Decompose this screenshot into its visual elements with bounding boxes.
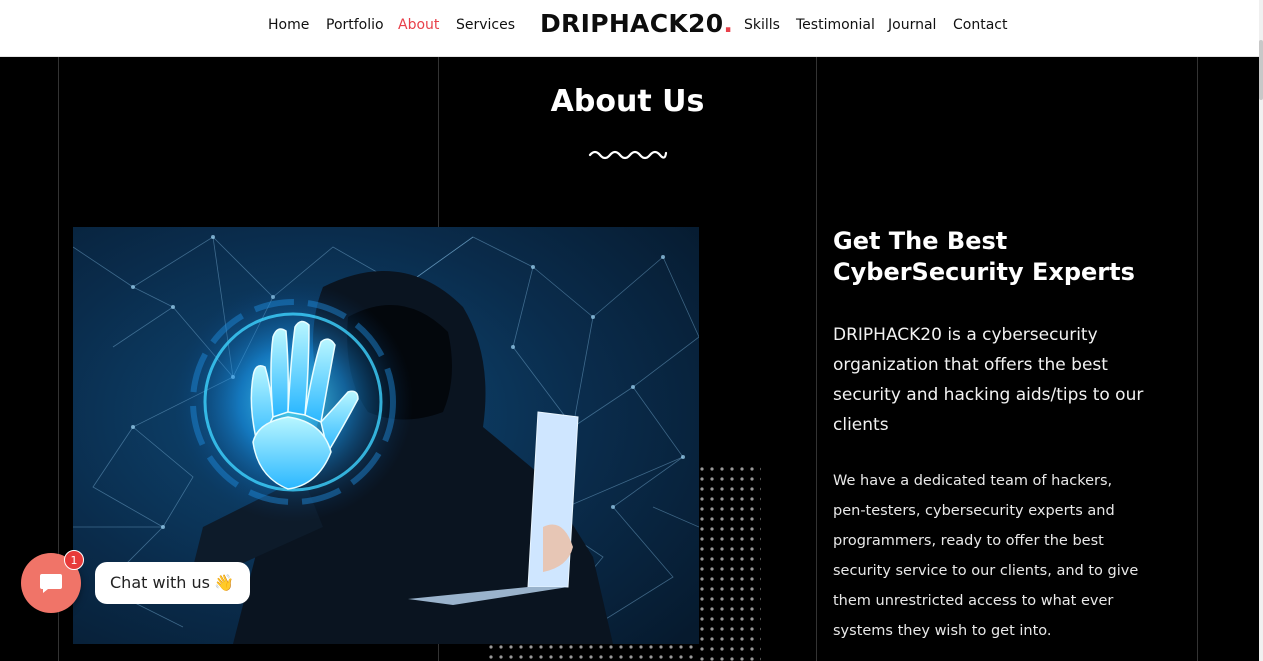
logo-dot: . [723,9,734,38]
chat-notification-badge: 1 [64,550,84,570]
grid-line [816,57,817,661]
nav-journal[interactable]: Journal [888,17,936,33]
nav-contact[interactable]: Contact [953,17,1007,33]
site-logo[interactable]: DRIPHACK20. [540,9,733,38]
aside-paragraph-1: DRIPHACK20 is a cybersecurity organizati… [833,325,1144,435]
nav-testimonial[interactable]: Testimonial [796,17,875,33]
scrollbar-thumb[interactable] [1259,40,1263,100]
nav-portfolio[interactable]: Portfolio [326,17,384,33]
squiggle-divider-icon [588,150,668,160]
aside-heading: Get The Best CyberSecurity Experts [833,227,1135,286]
grid-line [1197,57,1198,661]
nav-about[interactable]: About [398,17,439,33]
nav-skills[interactable]: Skills [744,17,780,33]
site-header: Home Portfolio About Services Skills Tes… [0,0,1259,57]
nav-home[interactable]: Home [268,17,309,33]
chat-prompt-button[interactable]: Chat with us 👋 [95,562,250,604]
section-title: About Us [550,84,705,119]
dot-pattern-right [699,466,761,661]
waving-hand-icon: 👋 [213,573,234,592]
aside-paragraph-2: We have a dedicated team of hackers, pen… [833,473,1139,639]
nav-services[interactable]: Services [456,17,515,33]
dot-pattern-bottom [488,644,699,661]
logo-text: DRIPHACK20 [540,9,724,38]
chat-label: Chat with us [110,573,210,592]
page-scrollbar[interactable] [1259,0,1263,661]
